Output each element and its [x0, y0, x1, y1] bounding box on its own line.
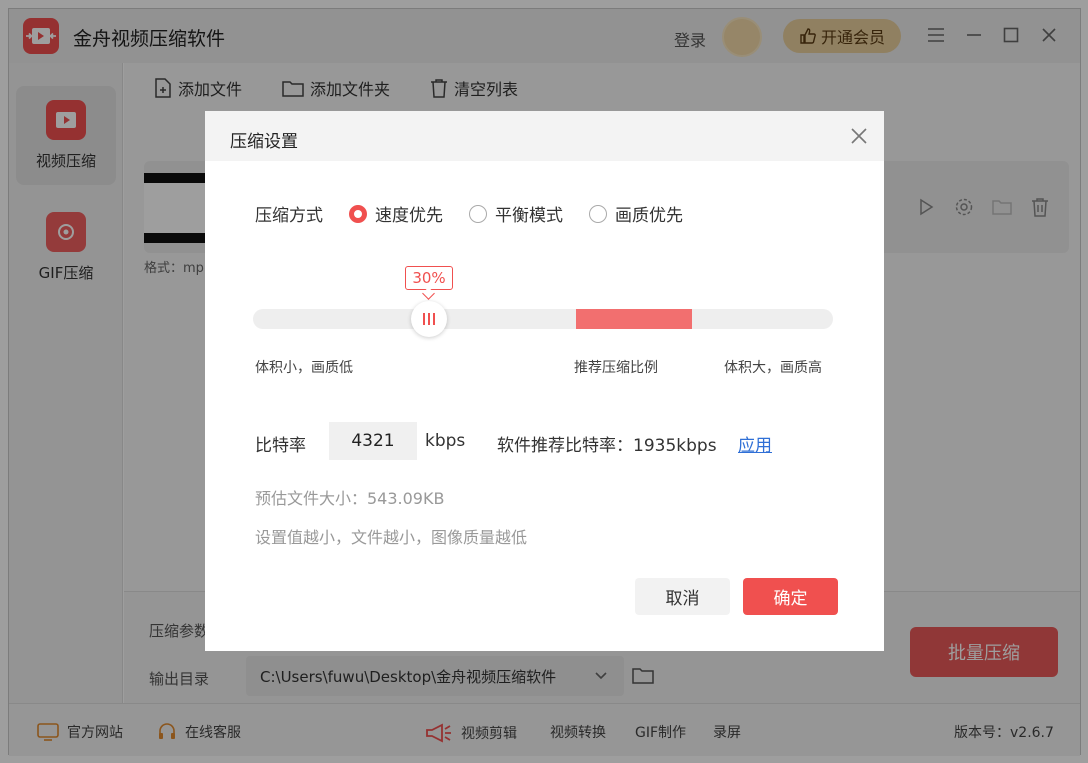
compress-settings-dialog: 压缩设置 压缩方式 速度优先 平衡模式 画质优先 30% 体积小，画质低 推荐压…	[205, 111, 884, 651]
dialog-header: 压缩设置	[205, 111, 884, 161]
radio-unselected-icon	[469, 204, 487, 223]
compress-ratio-slider[interactable]	[253, 309, 833, 329]
recommended-bitrate-text: 软件推荐比特率：1935kbps	[497, 436, 717, 456]
cancel-button[interactable]: 取消	[635, 578, 730, 615]
bitrate-input[interactable]	[329, 422, 417, 460]
radio-label: 速度优先	[375, 206, 443, 226]
slider-value-tooltip: 30%	[405, 266, 453, 290]
apply-recommended-link[interactable]: 应用	[738, 431, 772, 456]
radio-unselected-icon	[589, 204, 607, 223]
radio-speed-first[interactable]: 速度优先	[349, 201, 443, 226]
confirm-button[interactable]: 确定	[743, 578, 838, 615]
recommended-range-band	[576, 309, 692, 329]
slider-recommend-label: 推荐压缩比例	[574, 360, 658, 376]
radio-selected-icon	[349, 204, 367, 223]
dialog-title: 压缩设置	[230, 132, 298, 152]
slider-max-label: 体积大，画质高	[724, 360, 822, 376]
radio-label: 平衡模式	[495, 206, 563, 226]
compress-mode-group: 压缩方式 速度优先 平衡模式 画质优先	[255, 201, 709, 226]
compress-mode-label: 压缩方式	[255, 206, 323, 226]
slider-handle[interactable]	[411, 301, 447, 337]
dialog-close-icon[interactable]	[848, 125, 870, 147]
estimated-size-text: 预估文件大小：543.09KB	[255, 489, 445, 508]
radio-label: 画质优先	[615, 206, 683, 226]
bitrate-label: 比特率	[255, 436, 306, 456]
radio-balanced[interactable]: 平衡模式	[469, 201, 563, 226]
bitrate-unit: kbps	[425, 431, 466, 451]
quality-hint-text: 设置值越小，文件越小，图像质量越低	[255, 528, 528, 547]
slider-min-label: 体积小，画质低	[255, 360, 353, 376]
radio-quality-first[interactable]: 画质优先	[589, 201, 683, 226]
